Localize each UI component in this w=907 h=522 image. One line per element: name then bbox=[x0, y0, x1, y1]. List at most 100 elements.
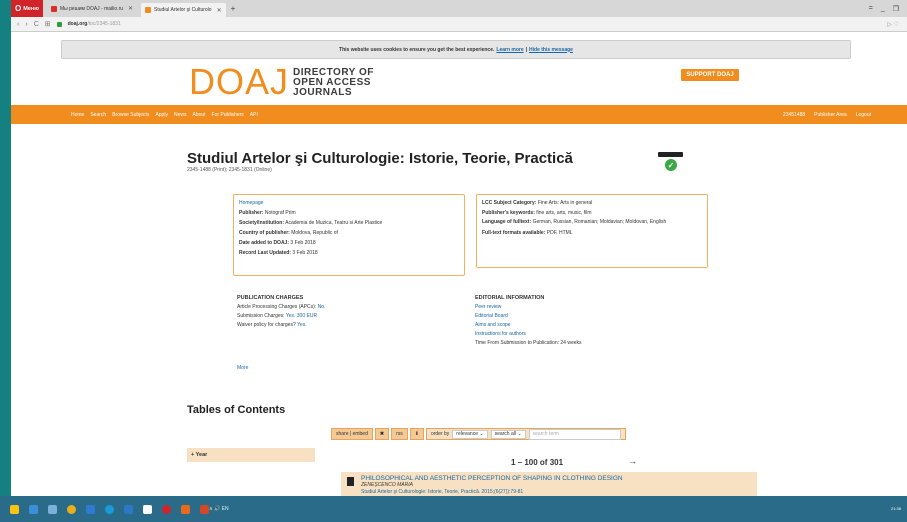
chrome-icon[interactable] bbox=[67, 504, 76, 514]
minimize-button[interactable]: _ bbox=[881, 5, 885, 13]
gmail-icon bbox=[51, 5, 57, 12]
url-host: doaj.org bbox=[67, 21, 88, 27]
time-to-publication: Time From Submission to Publication: 24 … bbox=[475, 340, 582, 346]
submission-link[interactable]: Yes. 300 EUR bbox=[286, 313, 317, 319]
result-journal[interactable]: Studiul Artelor şi Culturologie: Istorie… bbox=[361, 489, 757, 496]
language-label: Language of fulltext: bbox=[482, 219, 532, 225]
opera-menu-button[interactable]: O Меню bbox=[11, 0, 43, 17]
document-icon bbox=[347, 477, 354, 486]
close-tab-icon[interactable]: ✕ bbox=[217, 7, 222, 14]
close-icon: ✖ bbox=[379, 431, 385, 437]
year-facet[interactable]: + Year bbox=[187, 448, 315, 462]
clock[interactable]: 21:38 bbox=[891, 506, 901, 512]
society-value: Academia de Muzica, Teatru si Arte Plast… bbox=[285, 220, 383, 226]
window-controls: = _ ❐ bbox=[869, 5, 907, 13]
nav-account-id[interactable]: 23451488 bbox=[783, 112, 805, 118]
search-input[interactable]: search term bbox=[528, 428, 621, 440]
next-page-arrow-icon[interactable]: → bbox=[628, 456, 637, 466]
reload-icon[interactable]: C bbox=[34, 21, 39, 28]
more-link[interactable]: More bbox=[237, 365, 248, 371]
taskview-icon[interactable] bbox=[29, 504, 38, 514]
search-controls: share | embed ✖ rss ⬇ order by relevance… bbox=[331, 427, 626, 441]
record-updated-value: 3 Feb 2018 bbox=[292, 250, 318, 256]
instructions-authors-link[interactable]: Instructions for authors bbox=[475, 331, 526, 337]
result-author: ZENEȘCENCO MARIA bbox=[361, 482, 413, 488]
nav-about[interactable]: About bbox=[192, 112, 205, 118]
pagination-summary: 1 – 100 of 301 bbox=[511, 458, 564, 467]
share-embed-button[interactable]: share | embed bbox=[331, 428, 373, 440]
logo-text: DOAJ bbox=[189, 61, 290, 102]
start-icon[interactable] bbox=[10, 504, 19, 514]
nav-home[interactable]: Home bbox=[71, 112, 84, 118]
support-doaj-button[interactable]: SUPPORT DOAJ bbox=[681, 69, 739, 81]
new-tab-button[interactable]: + bbox=[231, 4, 236, 13]
editorial-board-link[interactable]: Editorial Board bbox=[475, 313, 508, 319]
back-icon[interactable]: ‹ bbox=[17, 21, 19, 28]
peer-review-link[interactable]: Peer review bbox=[475, 304, 501, 310]
homepage-link[interactable]: Homepage bbox=[239, 200, 263, 206]
nav-publisher-area[interactable]: Publisher Area bbox=[814, 112, 847, 118]
word-icon[interactable] bbox=[86, 504, 95, 514]
apc-link[interactable]: No. bbox=[318, 304, 326, 310]
tab-mail[interactable]: Мы решим DOAJ - mailio.ru ✕ bbox=[47, 2, 137, 16]
keywords-value: fine arts, arts, music, film bbox=[536, 210, 592, 216]
learn-more-link[interactable]: Learn more bbox=[496, 47, 523, 53]
aims-scope-link[interactable]: Aims and scope bbox=[475, 322, 511, 328]
url-field[interactable]: doaj.org/toc/2345-1831 bbox=[68, 21, 121, 27]
nav-logout[interactable]: Logout bbox=[856, 112, 871, 118]
doaj-logo[interactable]: DOAJ DIRECTORY OF OPEN ACCESS JOURNALS bbox=[189, 61, 374, 102]
nav-apply[interactable]: Apply bbox=[155, 112, 168, 118]
desktop-strip bbox=[0, 0, 11, 522]
editorial-heading: EDITORIAL INFORMATION bbox=[475, 295, 545, 301]
firefox-icon[interactable] bbox=[181, 504, 190, 514]
search-field-select[interactable]: search all ⌄ bbox=[490, 429, 526, 439]
apc-label: Article Processing Charges (APCs): bbox=[237, 304, 317, 310]
logo-sub-line: JOURNALS bbox=[293, 87, 353, 98]
nav-for-publishers[interactable]: For Publishers bbox=[212, 112, 244, 118]
result-title[interactable]: PHILOSOPHICAL AND AESTHETIC PERCEPTION O… bbox=[361, 475, 757, 482]
hide-message-link[interactable]: Hide this message bbox=[529, 47, 573, 53]
clear-button[interactable]: ✖ bbox=[374, 428, 390, 440]
formats-value: PDF, HTML bbox=[546, 230, 573, 236]
explorer-icon[interactable] bbox=[48, 504, 57, 514]
opera-taskbar-icon[interactable] bbox=[162, 504, 171, 514]
menu-icon[interactable]: = bbox=[869, 5, 873, 13]
rss-button[interactable]: rss bbox=[391, 428, 408, 440]
nav-news[interactable]: News bbox=[174, 112, 187, 118]
close-tab-icon[interactable]: ✕ bbox=[128, 5, 133, 12]
nav-browse-subjects[interactable]: Browse Subjects bbox=[112, 112, 149, 118]
browser-window: O Меню Мы решим DOAJ - mailio.ru ✕ Studi… bbox=[11, 0, 907, 496]
url-path: /toc/2345-1831 bbox=[87, 21, 121, 27]
record-updated-label: Record Last Updated: bbox=[239, 250, 291, 256]
waiver-link[interactable]: Yes. bbox=[297, 322, 307, 328]
download-button[interactable]: ⬇ bbox=[409, 428, 424, 440]
grid-icon[interactable]: ⊞ bbox=[45, 20, 51, 28]
publisher-value: Notograf Prim bbox=[264, 210, 296, 216]
publication-charges: PUBLICATION CHARGES Article Processing C… bbox=[237, 294, 325, 330]
bookmark-icon[interactable]: ▷ ♡ bbox=[887, 21, 907, 28]
lcc-label: LCC Subject Category: bbox=[482, 200, 537, 206]
nav-api[interactable]: API bbox=[250, 112, 258, 118]
tab-title: Мы решим DOAJ - mailio.ru bbox=[60, 5, 124, 12]
lock-icon bbox=[56, 21, 62, 27]
publisher-label: Publisher: bbox=[239, 210, 264, 216]
relevance-select[interactable]: relevance ⌄ bbox=[452, 429, 488, 439]
main-nav: Home Search Browse Subjects Apply News A… bbox=[11, 105, 907, 124]
restore-button[interactable]: ❐ bbox=[893, 5, 899, 13]
order-by-control: order by relevance ⌄ search all ⌄ search… bbox=[425, 428, 626, 440]
lcc-value: Fine Arts: Arts in general bbox=[537, 200, 593, 206]
journal-title: Studiul Artelor şi Culturologie: Istorie… bbox=[187, 150, 573, 167]
system-tray[interactable]: ∧ 🔊 EN bbox=[209, 506, 229, 512]
edge-icon[interactable] bbox=[124, 504, 133, 514]
skype-icon[interactable] bbox=[105, 504, 114, 514]
forward-icon[interactable]: › bbox=[25, 21, 27, 28]
nav-search[interactable]: Search bbox=[90, 112, 106, 118]
cc-license-icon[interactable] bbox=[658, 152, 683, 157]
powerpoint-icon[interactable] bbox=[200, 504, 209, 514]
formats-label: Full-text formats available: bbox=[482, 230, 546, 236]
tab-doaj[interactable]: Studiul Artelor şi Culturolo ✕ bbox=[141, 3, 226, 17]
tab-title: Studiul Artelor şi Culturolo bbox=[154, 7, 212, 13]
language-value: German, Russian, Romanian; Moldavian; Mo… bbox=[532, 219, 667, 225]
doaj-seal-check-icon: ✓ bbox=[665, 159, 677, 171]
calendar-icon[interactable] bbox=[143, 504, 152, 514]
